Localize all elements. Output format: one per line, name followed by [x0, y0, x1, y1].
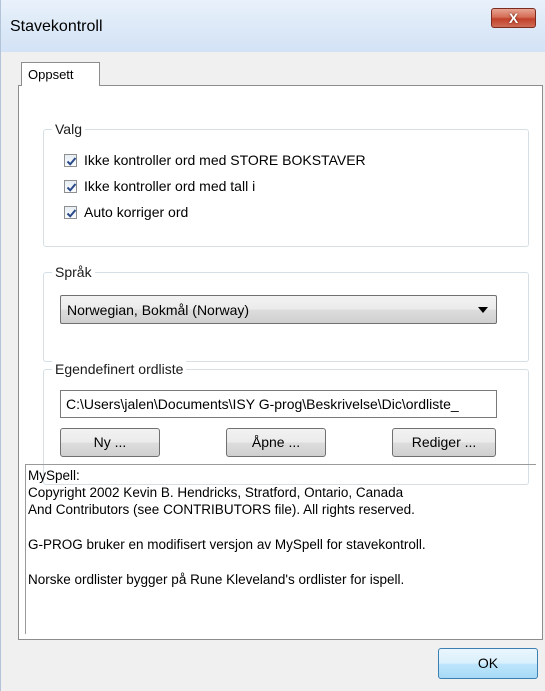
wordlist-path-field[interactable] [60, 390, 497, 418]
option-label: Ikke kontroller ord med STORE BOKSTAVER [84, 152, 366, 168]
checkmark-icon [66, 157, 77, 166]
checkbox-uppercase[interactable] [64, 154, 77, 167]
title-bar[interactable]: Stavekontroll X [1, 0, 545, 52]
info-line: Copyright 2002 Kevin B. Hendricks, Strat… [28, 485, 404, 500]
checkmark-icon [66, 183, 77, 192]
ok-button[interactable]: OK [438, 648, 538, 679]
info-line: MySpell: [28, 468, 80, 483]
dialog-window: Stavekontroll X Oppsett Valg Ikke kontro… [0, 0, 545, 691]
checkmark-icon [66, 209, 77, 218]
valg-group: Valg Ikke kontroller ord med STORE BOKST… [43, 121, 529, 247]
edit-button[interactable]: Rediger ... [392, 428, 496, 457]
tab-label: Oppsett [28, 67, 74, 82]
sprak-group: Språk Norwegian, Bokmål (Norway) [43, 264, 529, 362]
close-icon: X [508, 10, 519, 26]
info-line: Norske ordlister bygger på Rune Klevelan… [28, 572, 405, 587]
wordlist-path-input[interactable] [61, 391, 496, 417]
license-info: MySpell: Copyright 2002 Kevin B. Hendric… [25, 464, 536, 634]
sprak-legend: Språk [52, 264, 95, 280]
close-button[interactable]: X [491, 8, 536, 28]
language-select[interactable]: Norwegian, Bokmål (Norway) [60, 295, 497, 324]
dialog-client: Oppsett Valg Ikke kontroller ord med STO… [9, 52, 545, 691]
new-button[interactable]: Ny ... [60, 428, 160, 457]
checkbox-numbers[interactable] [64, 180, 77, 193]
option-label: Ikke kontroller ord med tall i [84, 178, 256, 194]
ordliste-legend: Egendefinert ordliste [52, 361, 187, 377]
tab-panel: Valg Ikke kontroller ord med STORE BOKST… [18, 85, 543, 640]
info-line: G-PROG bruker en modifisert versjon av M… [28, 537, 426, 552]
window-title: Stavekontroll [10, 18, 103, 35]
tab-oppsett[interactable]: Oppsett [21, 62, 100, 86]
info-line: And Contributors (see CONTRIBUTORS file)… [28, 502, 415, 517]
option-label: Auto korriger ord [84, 204, 189, 220]
chevron-down-icon [478, 307, 488, 313]
language-select-value: Norwegian, Bokmål (Norway) [67, 302, 250, 318]
checkbox-autocorrect[interactable] [64, 206, 77, 219]
open-button[interactable]: Åpne ... [226, 428, 326, 457]
valg-legend: Valg [52, 121, 85, 137]
